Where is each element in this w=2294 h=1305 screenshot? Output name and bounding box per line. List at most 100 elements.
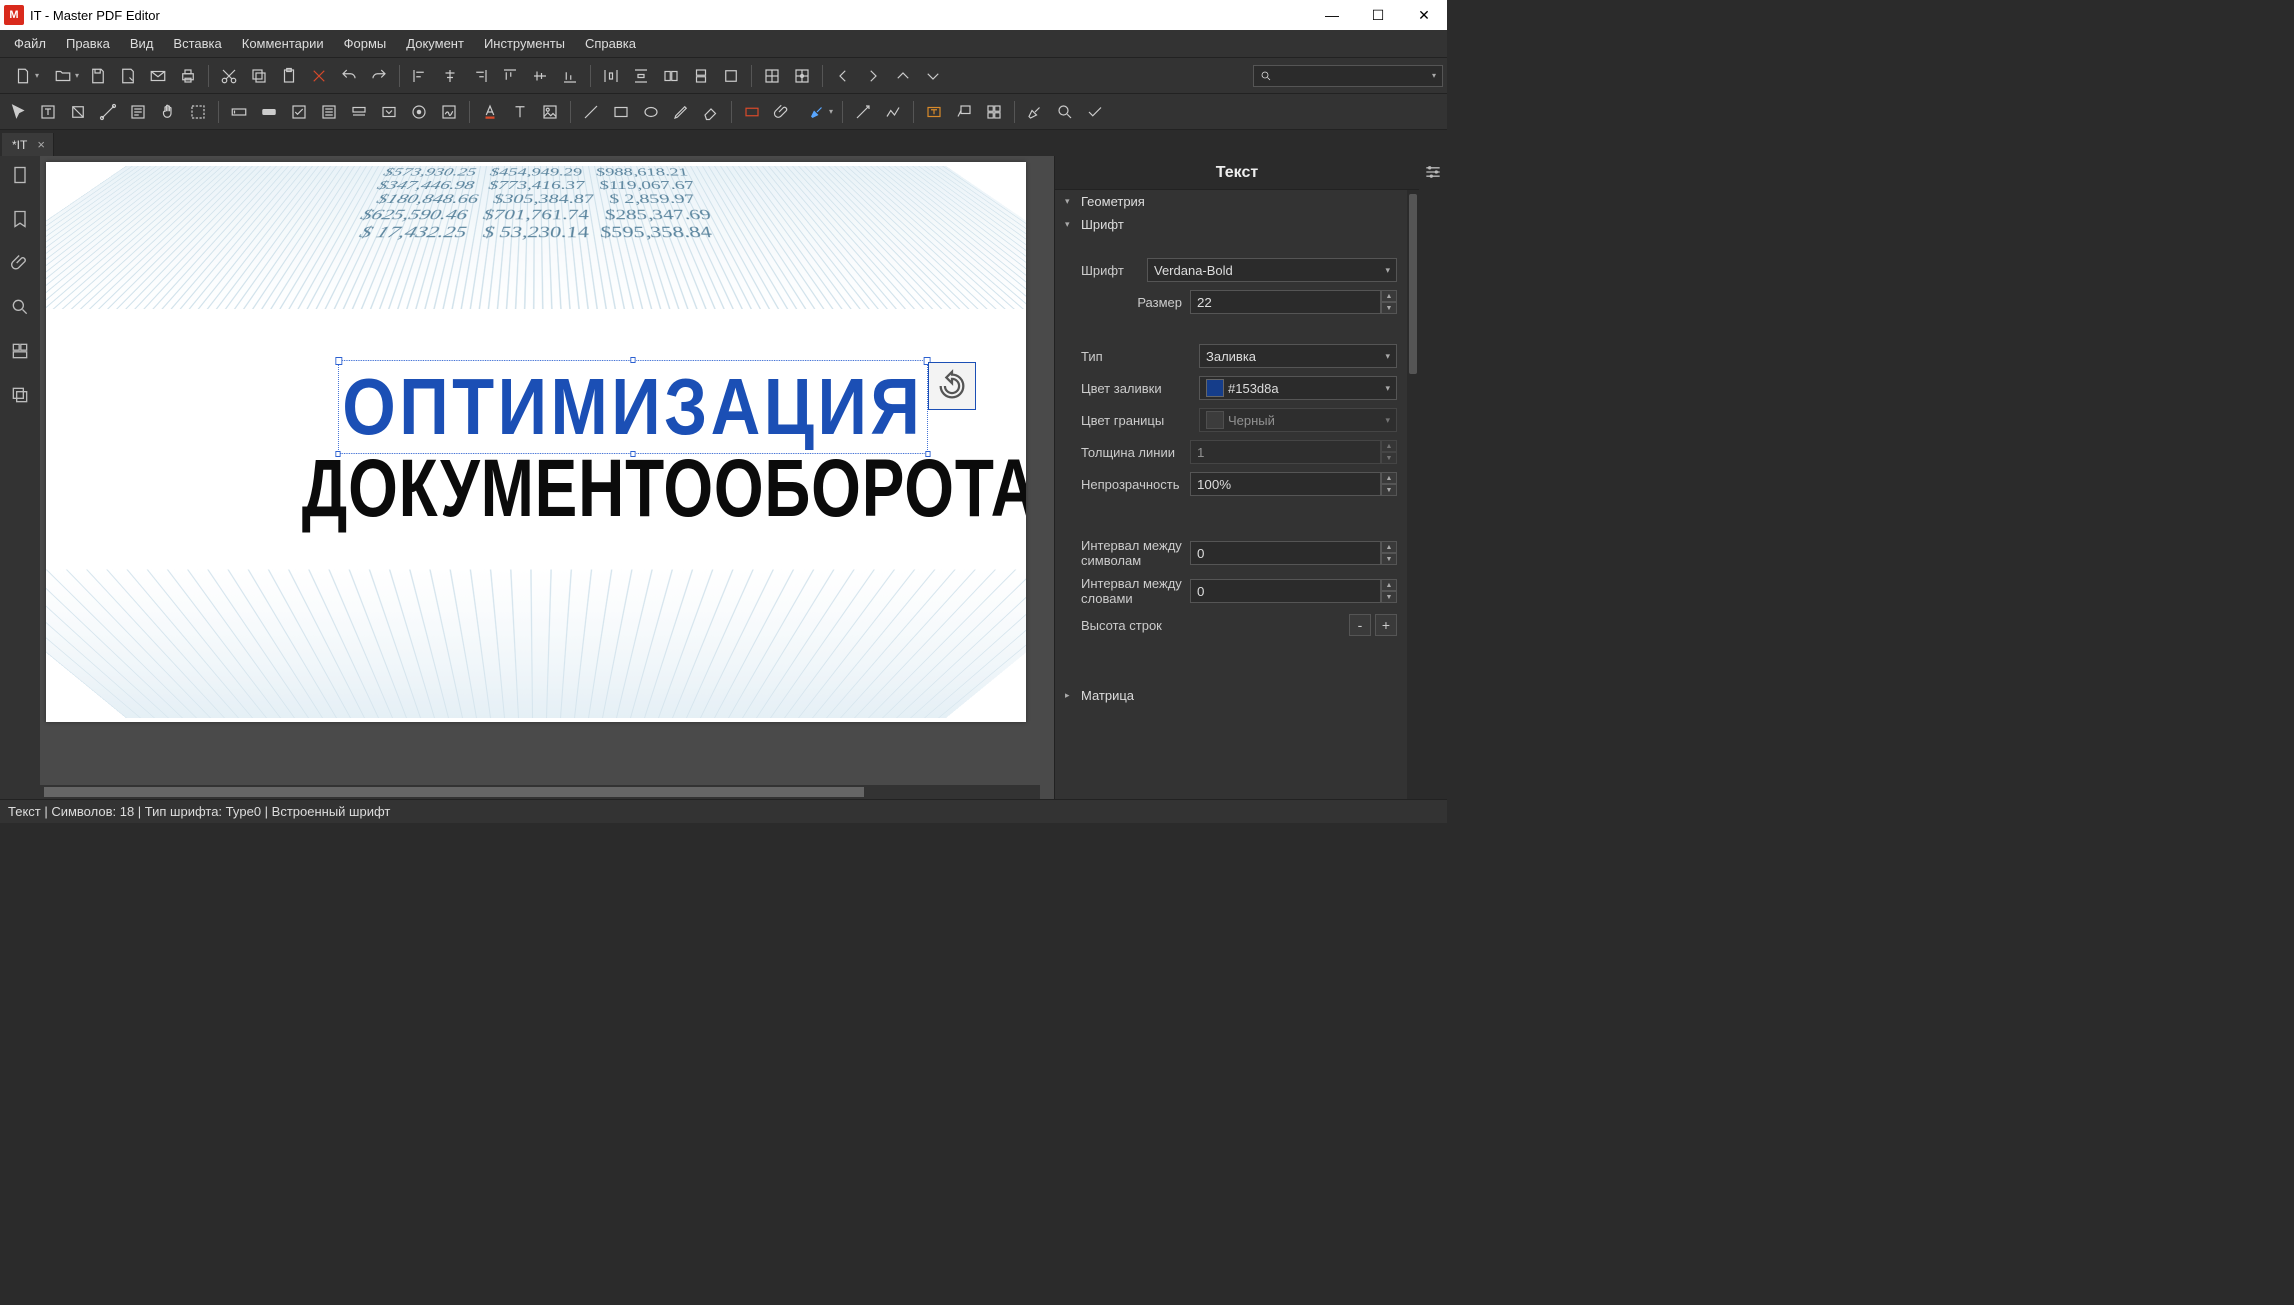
align-bottom-button[interactable]	[556, 62, 584, 90]
open-button[interactable]	[44, 62, 82, 90]
charspace-input[interactable]	[1190, 541, 1381, 565]
type-select[interactable]: Заливка	[1199, 344, 1397, 368]
grid-button[interactable]	[758, 62, 786, 90]
font-select[interactable]: Verdana-Bold	[1147, 258, 1397, 282]
distribute-v-button[interactable]	[627, 62, 655, 90]
line-tool[interactable]	[577, 98, 605, 126]
border-select[interactable]: Черный	[1199, 408, 1397, 432]
search-input[interactable]	[1276, 70, 1428, 82]
layers-panel-toggle[interactable]	[7, 382, 33, 408]
section-geometry[interactable]: ▾Геометрия	[1055, 190, 1407, 213]
add-text-tool[interactable]	[506, 98, 534, 126]
rect-tool[interactable]	[607, 98, 635, 126]
search-panel-toggle[interactable]	[7, 294, 33, 320]
link-tool[interactable]	[738, 98, 766, 126]
radio-tool[interactable]	[405, 98, 433, 126]
align-right-button[interactable]	[466, 62, 494, 90]
menu-tools[interactable]: Инструменты	[474, 32, 575, 55]
charspace-spin[interactable]: ▲▼	[1381, 541, 1397, 565]
menu-document[interactable]: Документ	[396, 32, 474, 55]
align-vcenter-button[interactable]	[526, 62, 554, 90]
toolbar-search[interactable]: ▾	[1253, 65, 1443, 87]
eraser-tool[interactable]	[697, 98, 725, 126]
sliders-icon[interactable]	[1423, 162, 1443, 182]
align-left-button[interactable]	[406, 62, 434, 90]
redo-button[interactable]	[365, 62, 393, 90]
minimize-button[interactable]: —	[1309, 0, 1355, 30]
pencil-tool[interactable]	[667, 98, 695, 126]
wordspace-spin[interactable]: ▲▼	[1381, 579, 1397, 603]
menu-forms[interactable]: Формы	[334, 32, 397, 55]
panel-vscroll[interactable]	[1407, 190, 1419, 799]
page-up-button[interactable]	[889, 62, 917, 90]
selected-text-object[interactable]: ОПТИМИЗАЦИЯ	[338, 360, 928, 454]
text-color-tool[interactable]	[476, 98, 504, 126]
align-top-button[interactable]	[496, 62, 524, 90]
size-spin[interactable]: ▲▼	[1381, 290, 1397, 314]
page[interactable]: $573,930.25 $454,949.29 $988,618.21 $347…	[46, 162, 1026, 722]
comment-callout-tool[interactable]	[950, 98, 978, 126]
maximize-button[interactable]: ☐	[1355, 0, 1401, 30]
text-object-2[interactable]: ДОКУМЕНТООБОРОТА	[302, 442, 1026, 536]
new-button[interactable]	[4, 62, 42, 90]
section-matrix[interactable]: ▸Матрица	[1055, 684, 1407, 707]
edit-object-tool[interactable]	[64, 98, 92, 126]
delete-button[interactable]	[305, 62, 333, 90]
snap-button[interactable]	[788, 62, 816, 90]
select-area-tool[interactable]	[184, 98, 212, 126]
lw-input[interactable]	[1190, 440, 1381, 464]
same-width-button[interactable]	[657, 62, 685, 90]
undo-button[interactable]	[335, 62, 363, 90]
menu-help[interactable]: Справка	[575, 32, 646, 55]
close-tab-icon[interactable]: ×	[37, 137, 45, 152]
ellipse-tool[interactable]	[637, 98, 665, 126]
stamp-tool[interactable]	[980, 98, 1008, 126]
comment-polyline-tool[interactable]	[879, 98, 907, 126]
comment-textbox-tool[interactable]	[920, 98, 948, 126]
search-tool[interactable]	[1051, 98, 1079, 126]
pages-panel-toggle[interactable]	[7, 162, 33, 188]
print-button[interactable]	[174, 62, 202, 90]
edit-vector-tool[interactable]	[94, 98, 122, 126]
cursor-tool[interactable]	[4, 98, 32, 126]
attachments-panel-toggle[interactable]	[7, 250, 33, 276]
size-input[interactable]	[1190, 290, 1381, 314]
apply-tool[interactable]	[1081, 98, 1109, 126]
highlight-tool[interactable]	[798, 98, 836, 126]
opacity-spin[interactable]: ▲▼	[1381, 472, 1397, 496]
save-as-button[interactable]	[114, 62, 142, 90]
combo-tool[interactable]	[345, 98, 373, 126]
prev-page-button[interactable]	[829, 62, 857, 90]
menu-edit[interactable]: Правка	[56, 32, 120, 55]
rotate-handle[interactable]	[928, 362, 976, 410]
paste-button[interactable]	[275, 62, 303, 90]
email-button[interactable]	[144, 62, 172, 90]
lineheight-dec[interactable]: -	[1349, 614, 1371, 636]
menu-insert[interactable]: Вставка	[163, 32, 231, 55]
section-font[interactable]: ▾Шрифт	[1055, 213, 1407, 236]
menu-file[interactable]: Файл	[4, 32, 56, 55]
dropdown-tool[interactable]	[375, 98, 403, 126]
close-button[interactable]: ✕	[1401, 0, 1447, 30]
menu-view[interactable]: Вид	[120, 32, 164, 55]
align-hcenter-button[interactable]	[436, 62, 464, 90]
listbox-tool[interactable]	[315, 98, 343, 126]
bookmarks-panel-toggle[interactable]	[7, 206, 33, 232]
save-button[interactable]	[84, 62, 112, 90]
wordspace-input[interactable]	[1190, 579, 1381, 603]
edit-text-tool[interactable]	[34, 98, 62, 126]
hand-tool[interactable]	[154, 98, 182, 126]
thumbnails-panel-toggle[interactable]	[7, 338, 33, 364]
menu-comments[interactable]: Комментарии	[232, 32, 334, 55]
checkbox-tool[interactable]	[285, 98, 313, 126]
button-tool[interactable]	[255, 98, 283, 126]
next-page-button[interactable]	[859, 62, 887, 90]
cut-button[interactable]	[215, 62, 243, 90]
lineheight-inc[interactable]: +	[1375, 614, 1397, 636]
canvas-hscroll[interactable]	[40, 785, 1040, 799]
text-field-tool[interactable]	[225, 98, 253, 126]
page-down-button[interactable]	[919, 62, 947, 90]
same-height-button[interactable]	[687, 62, 715, 90]
attachment-tool[interactable]	[768, 98, 796, 126]
canvas-viewport[interactable]: $573,930.25 $454,949.29 $988,618.21 $347…	[40, 156, 1040, 785]
